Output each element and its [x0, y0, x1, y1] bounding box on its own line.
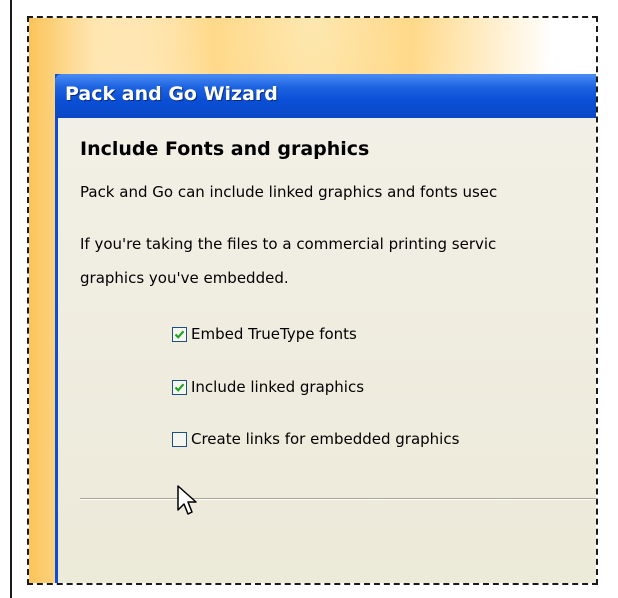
option-include-linked[interactable]: Include linked graphics: [172, 378, 364, 396]
printing-text-line-2: graphics you've embedded.: [80, 269, 289, 287]
divider-line: [80, 498, 596, 500]
create-links-checkbox[interactable]: [172, 431, 187, 447]
option-embed-truetype[interactable]: Embed TrueType fonts: [172, 325, 357, 343]
checkmark-icon: [174, 382, 185, 392]
create-links-label[interactable]: Create links for embedded graphics: [191, 430, 459, 448]
wizard-content: Include Fonts and graphics Pack and Go c…: [58, 118, 596, 583]
page-heading: Include Fonts and graphics: [80, 138, 370, 160]
embed-truetype-label[interactable]: Embed TrueType fonts: [191, 325, 357, 343]
option-create-links[interactable]: Create links for embedded graphics: [172, 430, 459, 448]
intro-text: Pack and Go can include linked graphics …: [80, 183, 498, 201]
selection-frame: Pack and Go Wizard Include Fonts and gra…: [27, 16, 598, 585]
include-linked-label[interactable]: Include linked graphics: [191, 378, 364, 396]
screenshot-stage: Pack and Go Wizard Include Fonts and gra…: [0, 0, 618, 598]
window-title: Pack and Go Wizard: [65, 83, 278, 105]
wizard-window: Pack and Go Wizard Include Fonts and gra…: [55, 74, 596, 583]
include-linked-checkbox[interactable]: [172, 379, 187, 395]
title-bar[interactable]: Pack and Go Wizard: [55, 74, 596, 118]
checkmark-icon: [174, 329, 185, 339]
left-border-line: [10, 0, 12, 598]
printing-text-line-1: If you're taking the files to a commerci…: [80, 235, 497, 253]
embed-truetype-checkbox[interactable]: [172, 326, 187, 342]
